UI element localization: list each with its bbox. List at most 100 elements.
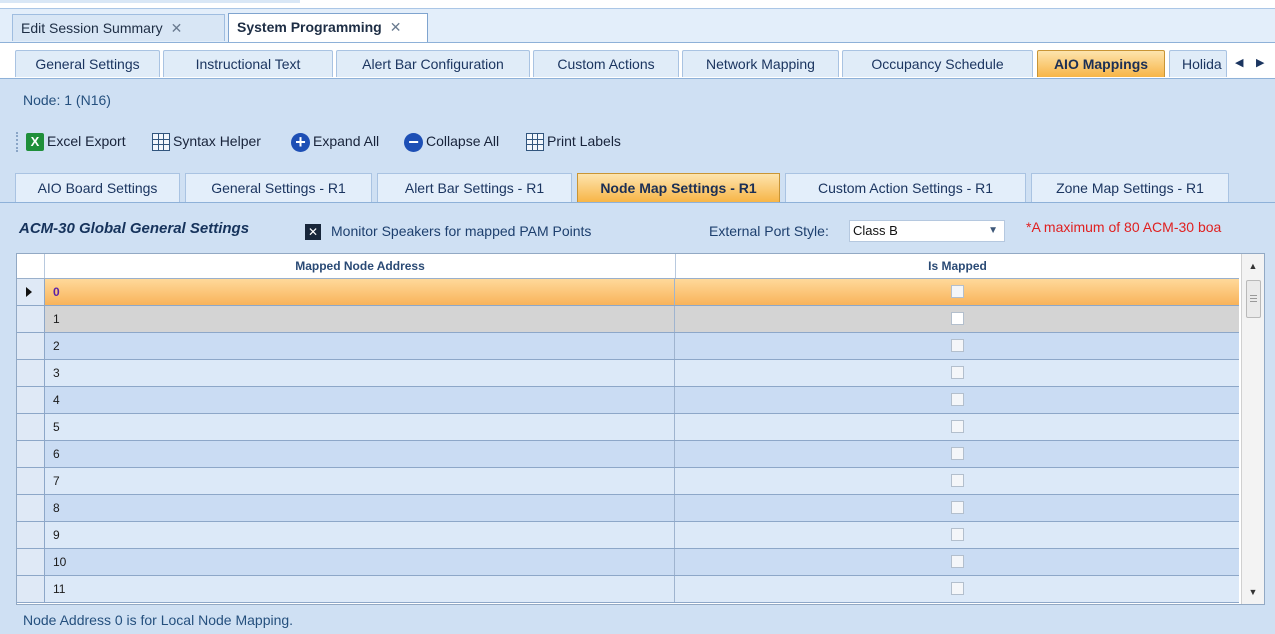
table-row[interactable]: 3	[17, 360, 1239, 387]
maximum-boards-note: *A maximum of 80 ACM-30 boa	[1026, 219, 1222, 235]
row-selector[interactable]	[17, 522, 45, 548]
grid-icon	[526, 133, 544, 152]
tab-custom-action-settings-r1[interactable]: Custom Action Settings - R1	[785, 173, 1026, 202]
tab-aio-mappings[interactable]: AIO Mappings	[1037, 50, 1165, 77]
table-row[interactable]: 7	[17, 468, 1239, 495]
table-row[interactable]: 5	[17, 414, 1239, 441]
scroll-tabs-right-icon[interactable]: ▶	[1256, 56, 1264, 69]
tab-alert-bar-settings-r1[interactable]: Alert Bar Settings - R1	[377, 173, 572, 202]
mapped-node-address-cell[interactable]: 4	[45, 387, 675, 413]
node-label: Node: 1 (N16)	[23, 92, 111, 108]
column-header-mapped-node-address[interactable]: Mapped Node Address	[45, 254, 676, 278]
row-selector[interactable]	[17, 279, 45, 305]
table-row[interactable]: 4	[17, 387, 1239, 414]
table-row[interactable]: 10	[17, 549, 1239, 576]
is-mapped-checkbox[interactable]	[951, 555, 964, 568]
table-row[interactable]: 2	[17, 333, 1239, 360]
monitor-speakers-checkbox[interactable]: ✕	[305, 224, 321, 240]
minus-circle-icon: −	[404, 132, 423, 152]
collapse-all-button[interactable]: − Collapse All	[404, 131, 499, 152]
row-selector[interactable]	[17, 360, 45, 386]
mapped-node-address-cell[interactable]: 7	[45, 468, 675, 494]
mapped-node-address-cell[interactable]: 1	[45, 306, 675, 332]
row-selector[interactable]	[17, 549, 45, 575]
is-mapped-checkbox[interactable]	[951, 312, 964, 325]
row-selector[interactable]	[17, 306, 45, 332]
row-selector[interactable]	[17, 414, 45, 440]
row-selector[interactable]	[17, 441, 45, 467]
is-mapped-cell	[676, 360, 1239, 386]
table-row[interactable]: 1	[17, 306, 1239, 333]
row-selector[interactable]	[17, 576, 45, 602]
tab-network-mapping[interactable]: Network Mapping	[682, 50, 839, 77]
tab-edit-session-summary[interactable]: Edit Session Summary ✕	[12, 14, 225, 41]
mapped-node-address-cell[interactable]: 8	[45, 495, 675, 521]
plus-circle-icon: +	[291, 132, 310, 152]
tab-holidays[interactable]: Holida	[1169, 50, 1227, 77]
scroll-tabs-left-icon[interactable]: ◀	[1235, 56, 1243, 69]
mapped-node-address-cell[interactable]: 6	[45, 441, 675, 467]
mapped-node-address-cell[interactable]: 5	[45, 414, 675, 440]
row-selector[interactable]	[17, 468, 45, 494]
print-labels-button[interactable]: Print Labels	[526, 131, 621, 152]
scrollbar-thumb[interactable]	[1246, 280, 1261, 318]
is-mapped-checkbox[interactable]	[951, 501, 964, 514]
tab-label: System Programming	[237, 19, 382, 35]
table-row[interactable]: 9	[17, 522, 1239, 549]
external-port-style-select[interactable]: Class B ▼	[849, 220, 1005, 242]
print-labels-label: Print Labels	[547, 133, 621, 149]
tab-alert-bar-configuration[interactable]: Alert Bar Configuration	[336, 50, 530, 77]
tab-label: Edit Session Summary	[21, 20, 163, 36]
mapped-node-address-cell[interactable]: 11	[45, 576, 675, 602]
table-row[interactable]: 0	[17, 279, 1239, 306]
column-header-is-mapped[interactable]: Is Mapped	[676, 254, 1239, 278]
tab-system-programming[interactable]: System Programming ✕	[228, 13, 428, 42]
is-mapped-checkbox[interactable]	[951, 474, 964, 487]
tab-occupancy-schedule[interactable]: Occupancy Schedule	[842, 50, 1033, 77]
tab-aio-board-settings[interactable]: AIO Board Settings	[15, 173, 180, 202]
tab-general-settings[interactable]: General Settings	[15, 50, 160, 77]
is-mapped-checkbox[interactable]	[951, 393, 964, 406]
mapped-node-address-cell[interactable]: 2	[45, 333, 675, 359]
excel-export-button[interactable]: X Excel Export	[26, 131, 126, 152]
vertical-scrollbar[interactable]: ▲ ▼	[1241, 254, 1264, 604]
toolbar: X Excel Export Syntax Helper + Expand All …	[16, 126, 1256, 156]
row-selector[interactable]	[17, 333, 45, 359]
chevron-down-icon: ▼	[988, 225, 998, 236]
table-row[interactable]: 11	[17, 576, 1239, 603]
is-mapped-checkbox[interactable]	[951, 528, 964, 541]
close-icon[interactable]: ✕	[390, 14, 402, 41]
is-mapped-cell	[676, 414, 1239, 440]
grid-header: Mapped Node Address Is Mapped	[17, 254, 1239, 279]
table-row[interactable]: 6	[17, 441, 1239, 468]
tab-custom-actions[interactable]: Custom Actions	[533, 50, 679, 77]
toolbar-grip[interactable]	[16, 132, 21, 152]
tab-instructional-text[interactable]: Instructional Text	[163, 50, 333, 77]
is-mapped-cell	[676, 441, 1239, 467]
is-mapped-checkbox[interactable]	[951, 285, 964, 298]
is-mapped-checkbox[interactable]	[951, 447, 964, 460]
scroll-up-icon[interactable]: ▲	[1242, 256, 1264, 276]
is-mapped-cell	[676, 279, 1239, 305]
is-mapped-checkbox[interactable]	[951, 339, 964, 352]
syntax-helper-button[interactable]: Syntax Helper	[152, 131, 261, 152]
tab-node-map-settings-r1[interactable]: Node Map Settings - R1	[577, 173, 780, 202]
mapped-node-address-cell[interactable]: 3	[45, 360, 675, 386]
grid-icon	[152, 133, 170, 152]
is-mapped-checkbox[interactable]	[951, 582, 964, 595]
table-row[interactable]: 8	[17, 495, 1239, 522]
excel-export-label: Excel Export	[47, 133, 126, 149]
expand-all-button[interactable]: + Expand All	[291, 131, 379, 152]
mapped-node-address-cell[interactable]: 10	[45, 549, 675, 575]
is-mapped-checkbox[interactable]	[951, 420, 964, 433]
is-mapped-checkbox[interactable]	[951, 366, 964, 379]
board-tab-bar: AIO Board Settings General Settings - R1…	[0, 170, 1275, 203]
row-selector[interactable]	[17, 387, 45, 413]
row-selector[interactable]	[17, 495, 45, 521]
mapped-node-address-cell[interactable]: 9	[45, 522, 675, 548]
scroll-down-icon[interactable]: ▼	[1242, 582, 1264, 602]
close-icon[interactable]: ✕	[171, 15, 183, 42]
tab-general-settings-r1[interactable]: General Settings - R1	[185, 173, 372, 202]
mapped-node-address-cell[interactable]: 0	[45, 279, 675, 305]
tab-zone-map-settings-r1[interactable]: Zone Map Settings - R1	[1031, 173, 1229, 202]
